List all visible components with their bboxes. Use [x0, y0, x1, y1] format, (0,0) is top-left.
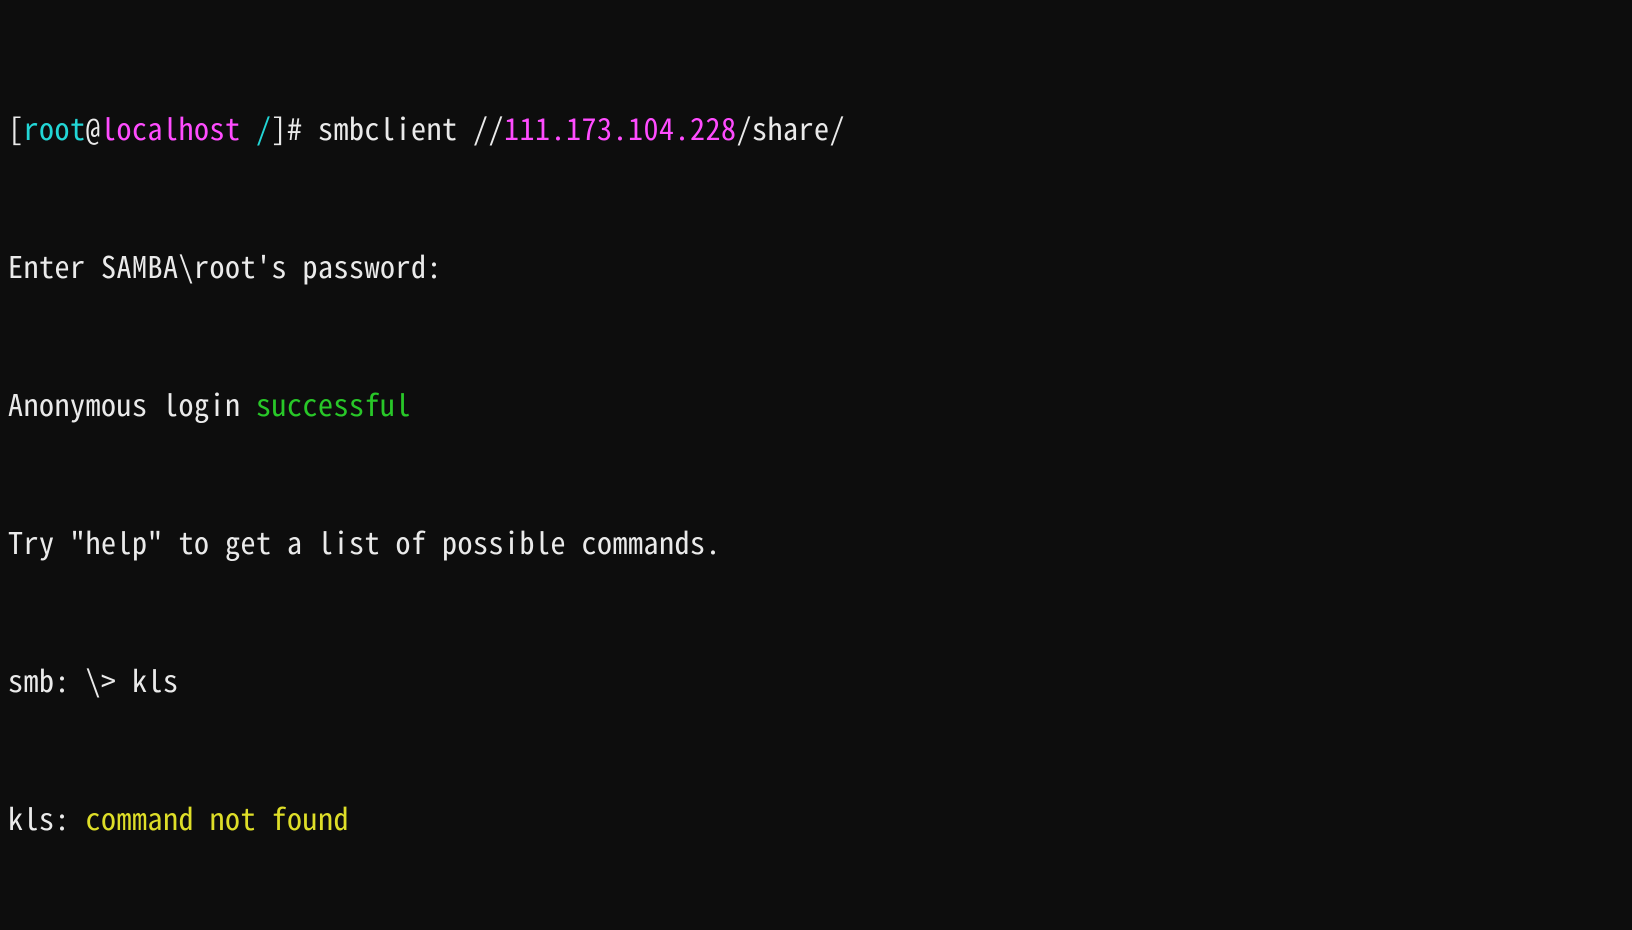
terminal-output[interactable]: [root@localhost /]# smbclient //111.173.…	[0, 0, 1632, 930]
prompt-host: localhost	[101, 105, 241, 149]
cmd-slashes: //	[473, 105, 504, 149]
smb-cmd-kls: kls	[132, 657, 179, 701]
cmd-share: /share/	[737, 105, 846, 149]
prompt-hash: #	[287, 105, 318, 149]
prompt-at: @	[86, 105, 102, 149]
cmd-smbclient: smbclient	[318, 105, 473, 149]
anonymous-login-line: Anonymous login successful	[8, 386, 1624, 421]
anon-status: successful	[256, 381, 411, 425]
prompt-user: root	[24, 105, 86, 149]
shell-prompt-line: [root@localhost /]# smbclient //111.173.…	[8, 110, 1624, 145]
prompt-path: /	[241, 105, 272, 149]
bracket-open: [	[8, 105, 24, 149]
error-line: kls: command not found	[8, 800, 1624, 835]
anon-prefix: Anonymous login	[8, 381, 256, 425]
err-cmd: kls:	[8, 795, 86, 839]
try-help-line: Try "help" to get a list of possible com…	[8, 524, 1624, 559]
smb-prompt-line-1: smb: \> kls	[8, 662, 1624, 697]
err-msg: command not found	[86, 795, 350, 839]
enter-password-line: Enter SAMBA\root's password:	[8, 248, 1624, 283]
smb-prompt: smb: \>	[8, 657, 132, 701]
cmd-ip: 111.173.104.228	[504, 105, 737, 149]
bracket-close: ]	[272, 105, 288, 149]
